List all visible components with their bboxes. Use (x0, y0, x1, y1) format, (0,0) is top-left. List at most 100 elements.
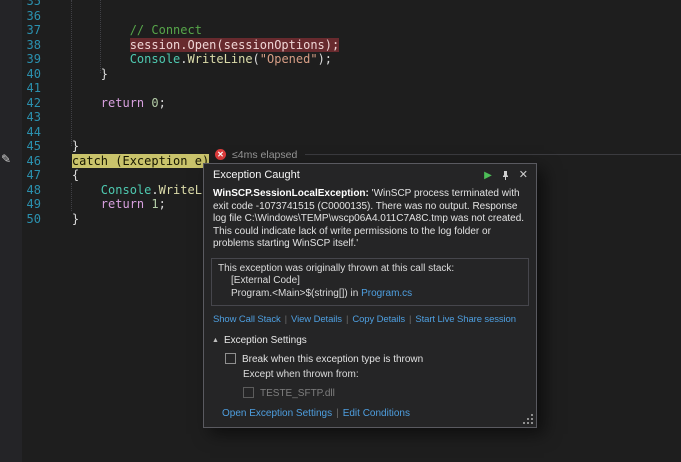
code-line-43[interactable]: 43 (0, 110, 681, 125)
show-call-stack-link[interactable]: Show Call Stack (213, 314, 281, 325)
code-line-41[interactable]: 41 (0, 81, 681, 96)
line-number[interactable]: 43 (0, 110, 44, 125)
break-when-thrown-label: Break when this exception type is thrown (242, 354, 423, 365)
code-text: Console.WriteLin (43, 183, 216, 198)
callstack-frame-external: [External Code] (218, 275, 522, 288)
code-token (43, 38, 130, 52)
code-token (43, 197, 101, 211)
code-text: Console.WriteLine("Opened"); (43, 52, 332, 67)
line-number[interactable]: 40 (0, 67, 44, 82)
code-line-39[interactable]: 39 Console.WriteLine("Opened"); (0, 52, 681, 67)
code-token: ; (159, 197, 166, 211)
callstack-box: This exception was originally thrown at … (211, 258, 529, 307)
code-text: session.Open(sessionOptions); (43, 38, 339, 53)
continue-icon[interactable]: ▶ (484, 170, 492, 181)
code-token: { (43, 168, 79, 182)
code-text: { (43, 168, 79, 183)
edit-pencil-icon: ✎ (1, 152, 11, 166)
open-exception-settings-link[interactable]: Open Exception Settings (222, 408, 332, 419)
code-text: } (43, 212, 79, 227)
action-links: Show Call Stack | View Details | Copy Detail… (213, 314, 536, 325)
code-token: ( (253, 52, 260, 66)
copy-details-link[interactable]: Copy Details (352, 314, 405, 325)
callstack-frame-main-text: Program.<Main>$(string[]) in (231, 288, 361, 299)
link-separator: | (409, 314, 411, 325)
code-line-40[interactable]: 40 } (0, 67, 681, 82)
code-text: return 0; (43, 96, 166, 111)
code-text: catch (Exception e) (43, 154, 209, 169)
code-text: } (43, 139, 79, 154)
link-separator: | (346, 314, 348, 325)
line-number[interactable]: 44 (0, 125, 44, 140)
code-token: 0 (151, 96, 158, 110)
callstack-title: This exception was originally thrown at … (218, 263, 522, 276)
line-number[interactable]: 49 (0, 197, 44, 212)
code-token (43, 52, 130, 66)
close-icon[interactable]: ✕ (519, 170, 528, 181)
code-text: return 1; (43, 197, 166, 212)
code-token: ); (318, 52, 332, 66)
code-token: return (101, 96, 144, 110)
except-when-thrown-label: Except when thrown from: (243, 369, 536, 380)
line-number[interactable]: 37 (0, 23, 44, 38)
exception-helper-popup: Exception Caught ▶ ✕ WinSCP.SessionLocal… (203, 163, 537, 428)
code-line-38[interactable]: 38 session.Open(sessionOptions); (0, 38, 681, 53)
code-token: . (180, 52, 187, 66)
line-number[interactable]: 50 (0, 212, 44, 227)
exception-message: WinSCP.SessionLocalException: 'WinSCP pr… (213, 188, 527, 251)
popup-title: Exception Caught (213, 169, 476, 181)
code-token: return (101, 197, 144, 211)
code-token (43, 154, 72, 168)
code-text: // Connect (43, 23, 202, 38)
code-token: ; (159, 96, 166, 110)
line-number[interactable]: 39 (0, 52, 44, 67)
code-token: "Opened" (260, 52, 318, 66)
code-line-44[interactable]: 44 (0, 125, 681, 140)
module-filter-checkbox[interactable] (243, 387, 254, 398)
code-text: } (43, 67, 108, 82)
break-when-thrown-row[interactable]: Break when this exception type is thrown (225, 353, 536, 365)
code-token: session.Open(sessionOptions); (130, 38, 340, 52)
line-number[interactable]: 38 (0, 38, 44, 53)
code-token: Console (130, 52, 181, 66)
code-token: 1 (151, 197, 158, 211)
code-token (43, 96, 101, 110)
exception-error-icon[interactable]: ✕ (215, 149, 226, 160)
code-token (43, 183, 101, 197)
start-live-share-link[interactable]: Start Live Share session (415, 314, 516, 325)
code-token: Console (101, 183, 152, 197)
pin-icon[interactable] (500, 170, 511, 181)
perf-tip-text: ≤4ms elapsed (232, 149, 297, 161)
settings-links: Open Exception Settings | Edit Conditions (222, 408, 536, 419)
line-number[interactable]: 48 (0, 183, 44, 198)
code-token: catch (Exception e) (72, 154, 209, 168)
view-details-link[interactable]: View Details (291, 314, 342, 325)
module-filter-label: TESTE_SFTP.dll (260, 388, 335, 399)
code-token: } (43, 212, 79, 226)
exception-type: WinSCP.SessionLocalException: (213, 188, 369, 199)
break-when-thrown-checkbox[interactable] (225, 353, 236, 364)
code-line-45[interactable]: 45 } (0, 139, 681, 154)
code-token: . (151, 183, 158, 197)
exception-settings-label: Exception Settings (224, 335, 307, 346)
code-token: } (43, 139, 79, 153)
perf-tip[interactable]: ✕ ≤4ms elapsed (215, 148, 305, 161)
code-token: // Connect (130, 23, 202, 37)
code-line-42[interactable]: 42 return 0; (0, 96, 681, 111)
line-number[interactable]: 41 (0, 81, 44, 96)
exception-settings-toggle[interactable]: ▲ Exception Settings (212, 335, 536, 346)
line-number[interactable]: 42 (0, 96, 44, 111)
edit-conditions-link[interactable]: Edit Conditions (343, 408, 410, 419)
code-line-36[interactable]: 36 (0, 9, 681, 24)
line-number[interactable]: 36 (0, 9, 44, 24)
line-number[interactable]: 47 (0, 168, 44, 183)
link-separator: | (336, 408, 339, 419)
module-filter-row[interactable]: TESTE_SFTP.dll (243, 387, 536, 399)
code-line-37[interactable]: 37 // Connect (0, 23, 681, 38)
callstack-frame-main: Program.<Main>$(string[]) in Program.cs (218, 288, 522, 301)
code-token: WriteLine (188, 52, 253, 66)
resize-grip[interactable] (523, 414, 534, 425)
popup-titlebar[interactable]: Exception Caught ▶ ✕ (204, 164, 536, 184)
collapse-triangle-icon: ▲ (212, 337, 219, 344)
program-cs-link[interactable]: Program.cs (361, 288, 412, 299)
